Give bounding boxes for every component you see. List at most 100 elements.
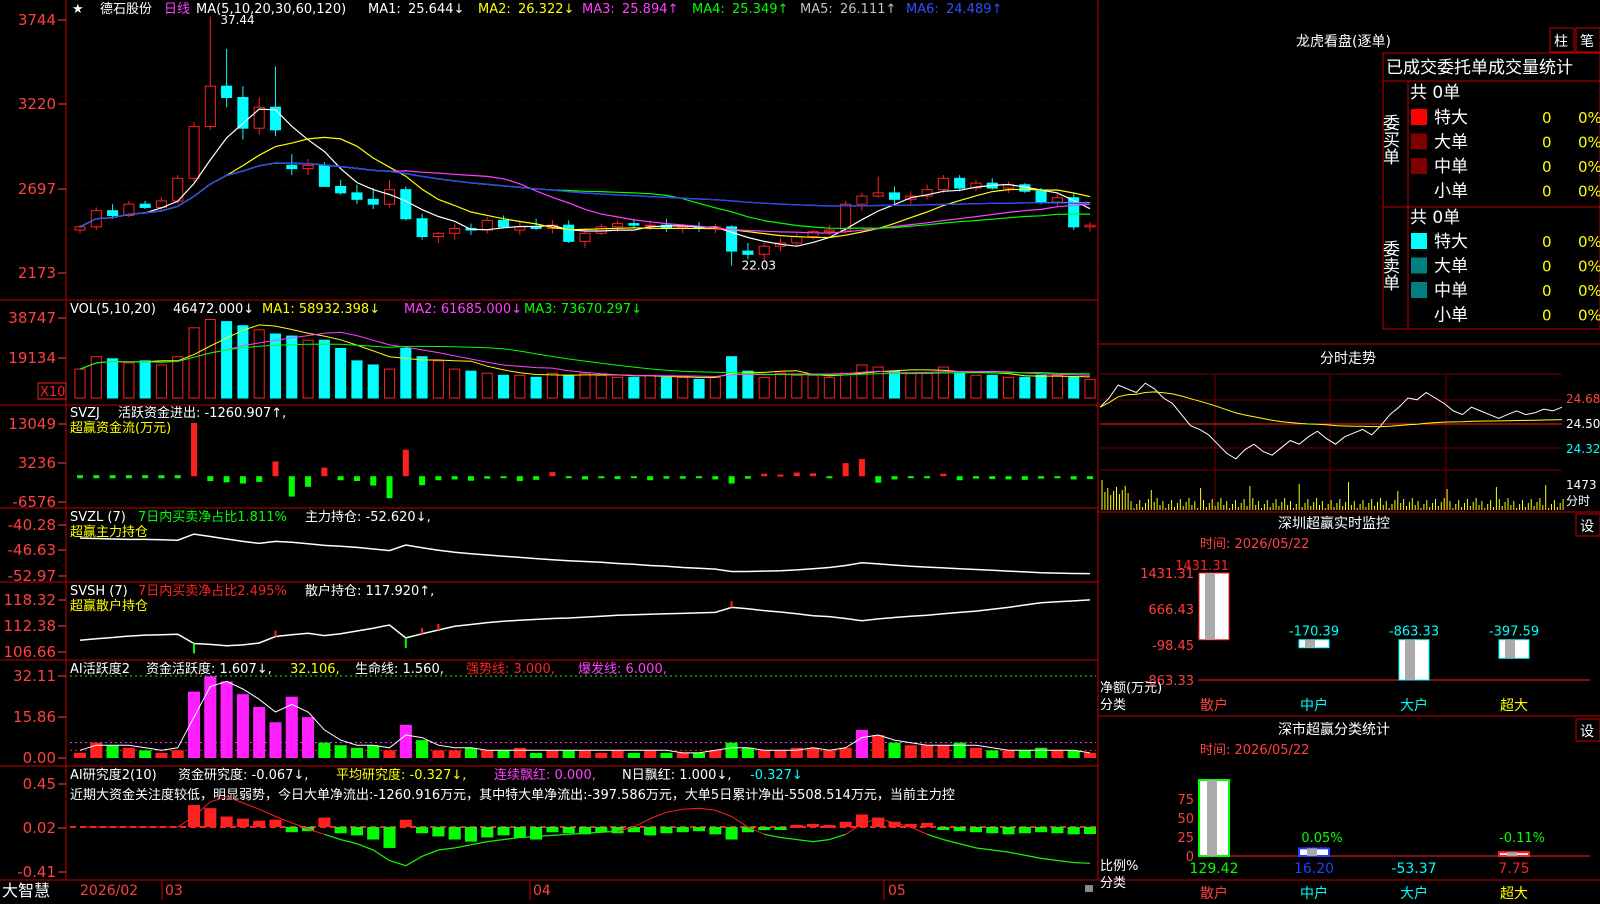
y-tick-label: 0.45 — [23, 775, 56, 793]
volume-bar — [1035, 374, 1047, 399]
svzj-sub: 超赢资金流(万元) — [70, 420, 171, 436]
y-tick-label: 38747 — [8, 309, 56, 327]
sh-bar — [1198, 779, 1230, 857]
ai-res-bar — [448, 827, 461, 840]
svzj-bar — [891, 476, 898, 480]
volume-bar — [269, 333, 282, 399]
svzj-bar — [451, 476, 458, 480]
ai-res-l3: 连续飘红: 0.000, — [494, 767, 596, 783]
svzj-bar — [777, 474, 784, 477]
candle-body — [563, 224, 575, 242]
svzj-bar — [858, 459, 865, 477]
svzj-label: 活跃资金进出: -1260.907↑, — [118, 405, 286, 421]
sh-y-tick: 25 — [1177, 831, 1194, 846]
sz-bar-label: -863.33 — [1389, 625, 1439, 640]
ai-act-bar — [497, 750, 510, 758]
sh-category: 超大 — [1500, 886, 1528, 900]
lhb-row-name: 特大 — [1434, 108, 1468, 128]
svzj-bar — [158, 475, 165, 479]
ai-act-l4: 强势线: 3.000, — [466, 661, 555, 677]
sz-bar-label: 1431.31 — [1175, 559, 1229, 574]
lhb-header: 已成交委托单成交量统计 — [1386, 58, 1573, 78]
ai-act-bar — [383, 750, 396, 758]
ai-res-l2: 平均研究度: -0.327↓, — [336, 767, 466, 783]
ai-res-bar — [1002, 827, 1015, 835]
ai-res-bar — [807, 823, 820, 827]
volume-bar — [1084, 378, 1096, 399]
candle-body — [253, 106, 265, 129]
vol-title: VOL(5,10,20) — [70, 302, 156, 317]
candle-body — [367, 198, 379, 205]
volume-bar — [823, 376, 835, 399]
lock-icon[interactable] — [1085, 885, 1093, 892]
volume-bar — [335, 347, 347, 399]
ai-res-note: 近期大资金关注度较低，明显弱势，今日大单净流出:-1260.916万元，其中特大… — [70, 787, 955, 803]
svzj-bar — [207, 476, 214, 482]
ai-res-bar — [790, 824, 803, 828]
svzj-bar — [174, 475, 181, 479]
volume-bar — [530, 376, 542, 399]
y-tick-label: -40.28 — [8, 516, 56, 534]
ai-act-bar — [1067, 750, 1080, 758]
ai-act-bar — [73, 752, 87, 758]
sz-y-tick: -98.45 — [1152, 639, 1194, 654]
svzj-bar — [305, 476, 312, 487]
ma5-value: 26.111↑ — [840, 2, 896, 17]
ai-act-bar — [611, 750, 624, 758]
candle-body — [107, 210, 119, 217]
candle-body — [823, 229, 835, 233]
star-icon[interactable]: ★ — [72, 2, 84, 17]
y-tick-label: 112.38 — [4, 617, 57, 635]
volume-bar — [1002, 376, 1015, 399]
lhb-row-pct: 0% — [1578, 183, 1600, 201]
lhb-row-pct: 0% — [1578, 233, 1600, 251]
ai-act-bar — [318, 742, 331, 758]
ai-res-bar — [855, 814, 868, 827]
lhb-swatch — [1411, 282, 1427, 298]
candle-body — [791, 236, 803, 244]
ai-res-bar — [986, 827, 999, 834]
sh-y-tick: 50 — [1177, 812, 1194, 827]
y-tick-label: 32.11 — [13, 667, 56, 685]
candle-body — [595, 226, 607, 234]
ai-act-bar — [725, 742, 738, 758]
volume-scale-label: X10 — [40, 385, 65, 400]
ai-act-bar — [888, 742, 901, 758]
svzj-bar — [288, 476, 295, 497]
buy-total: 共 0单 — [1410, 83, 1460, 103]
ai-act-bar — [692, 752, 706, 758]
date-04: 04 — [533, 883, 551, 899]
ai-res-bar — [725, 827, 738, 840]
candle-body — [302, 164, 314, 170]
intraday-tick-low: 24.32 — [1566, 442, 1600, 456]
volume-bar — [660, 376, 673, 399]
ma3-value: 25.894↑ — [622, 2, 678, 17]
candle-body — [139, 203, 151, 208]
lhb-row-name: 中单 — [1434, 157, 1468, 177]
y-tick-label: -0.41 — [17, 863, 56, 881]
volume-bar — [563, 374, 575, 399]
sh-value: -53.37 — [1391, 861, 1436, 877]
svzj-bar — [598, 476, 605, 479]
y-tick-label: 0.02 — [23, 819, 56, 837]
brand-label: 大智慧 — [2, 881, 50, 900]
ai-res-bar — [481, 827, 494, 838]
sh-time: 时间: 2026/05/22 — [1200, 743, 1309, 758]
candle-body — [188, 126, 200, 179]
vol-ma1: MA1: 58932.398↓ — [262, 302, 380, 317]
svzj-bar — [500, 476, 507, 479]
ai-res-bar — [839, 821, 852, 827]
candle-body — [1035, 190, 1047, 204]
period-label[interactable]: 日线 — [164, 2, 190, 17]
lhb-row-name: 大单 — [1434, 133, 1468, 153]
lhb-swatch — [1411, 158, 1427, 174]
sz-bar-shade — [1305, 639, 1315, 648]
candle-body — [840, 203, 852, 231]
lhb-row-count: 0 — [1542, 158, 1552, 176]
ai-act-bar — [969, 747, 983, 758]
ai-act-bar — [1035, 747, 1048, 758]
ai-act-bar — [448, 750, 461, 758]
ai-act-bar — [171, 750, 184, 758]
sz-y-tick: 666.43 — [1149, 603, 1195, 618]
ai-act-bar — [399, 724, 412, 758]
